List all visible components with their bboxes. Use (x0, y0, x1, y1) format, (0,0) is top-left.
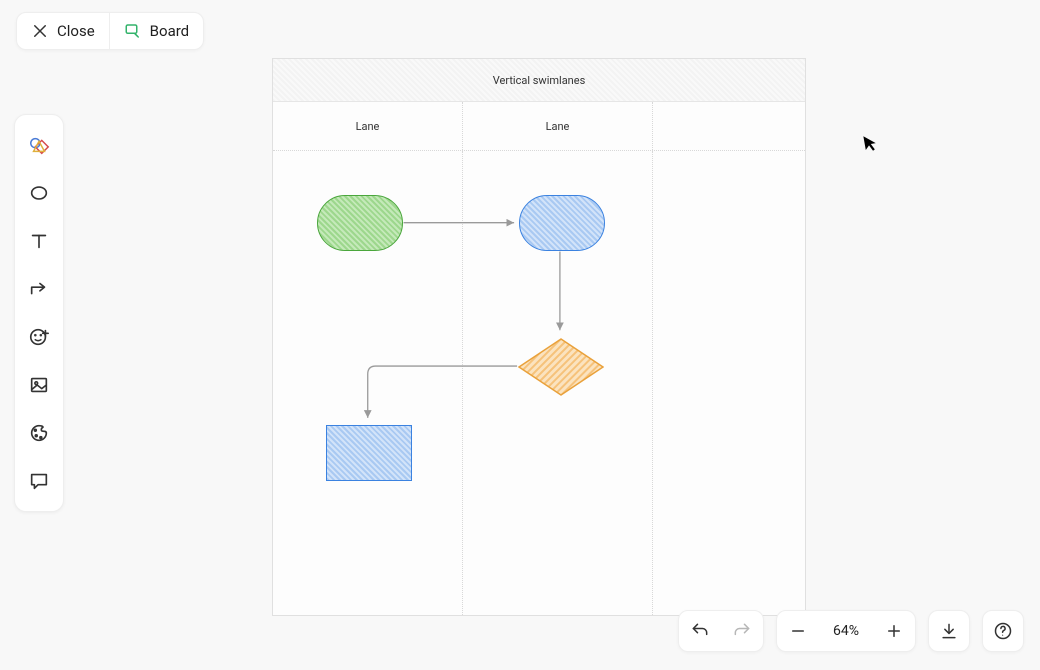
help-button[interactable] (982, 610, 1024, 652)
flow-node-decision[interactable] (518, 338, 604, 396)
swimlane-body[interactable] (273, 151, 805, 615)
lane-header[interactable]: Lane (463, 102, 653, 150)
help-icon (993, 621, 1013, 641)
zoom-level[interactable]: 64% (819, 623, 873, 639)
redo-icon (732, 621, 752, 641)
redo-button[interactable] (721, 611, 763, 651)
download-icon (939, 621, 959, 641)
bottom-controls: 64% (678, 610, 1024, 652)
text-tool[interactable] (20, 220, 58, 262)
shapes-tool[interactable] (20, 124, 58, 166)
close-label: Close (57, 22, 95, 40)
connector-tool[interactable] (20, 268, 58, 310)
swimlane-title[interactable]: Vertical swimlanes (273, 59, 805, 102)
flow-node-start[interactable] (317, 195, 403, 251)
lane-column[interactable] (653, 151, 805, 615)
close-button[interactable]: Close (17, 13, 109, 49)
style-tool[interactable] (20, 412, 58, 454)
board-button[interactable]: Board (109, 13, 203, 49)
undo-button[interactable] (679, 611, 721, 651)
flow-node-step[interactable] (519, 195, 605, 251)
zoom-in-button[interactable] (873, 611, 915, 651)
left-toolbar (14, 114, 64, 512)
history-group (678, 610, 764, 652)
minus-icon (789, 622, 807, 640)
undo-icon (690, 621, 710, 641)
board-label: Board (150, 22, 189, 40)
board-icon (124, 22, 142, 40)
top-button-group: Close Board (16, 12, 204, 50)
zoom-group: 64% (776, 610, 916, 652)
lane-header[interactable]: Lane (273, 102, 463, 150)
swimlane-canvas[interactable]: Vertical swimlanes Lane Lane (272, 58, 806, 616)
swimlane-header-row: Lane Lane (273, 102, 805, 151)
plus-icon (885, 622, 903, 640)
ellipse-tool[interactable] (20, 172, 58, 214)
mouse-cursor-icon (862, 133, 880, 157)
emoji-tool[interactable] (20, 316, 58, 358)
lane-header[interactable] (653, 102, 805, 150)
zoom-out-button[interactable] (777, 611, 819, 651)
image-tool[interactable] (20, 364, 58, 406)
flow-node-rect[interactable] (326, 425, 412, 481)
download-button[interactable] (928, 610, 970, 652)
comment-tool[interactable] (20, 460, 58, 502)
close-icon (31, 22, 49, 40)
